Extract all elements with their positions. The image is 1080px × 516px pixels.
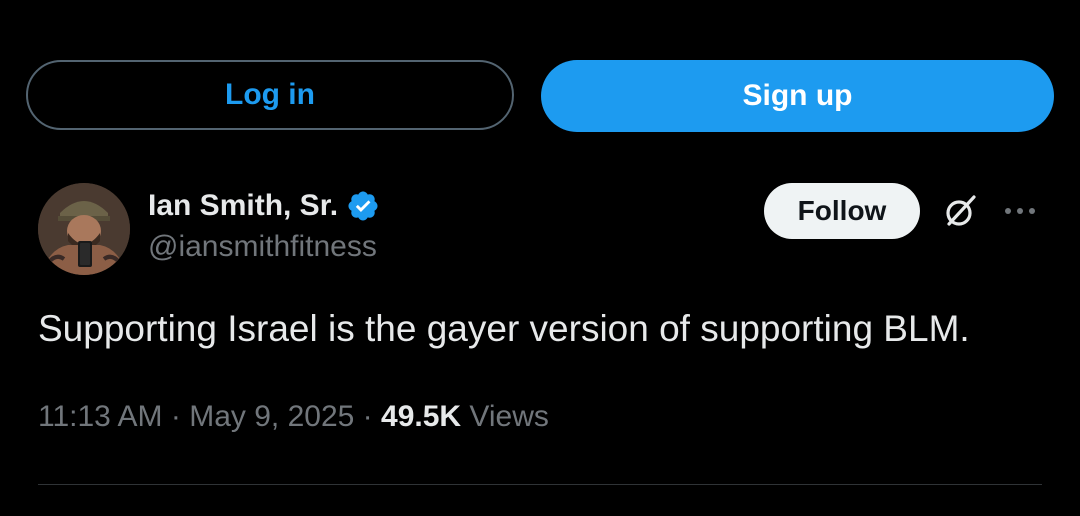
author-handle[interactable]: @iansmithfitness	[148, 230, 377, 264]
grok-icon[interactable]	[940, 191, 980, 231]
auth-bar: Log in Sign up	[26, 60, 1054, 132]
follow-button[interactable]: Follow	[764, 183, 920, 239]
signup-button[interactable]: Sign up	[541, 60, 1054, 132]
tweet-meta: 11:13 AM · May 9, 2025 · 49.5K Views	[38, 400, 549, 434]
author-name-row: Ian Smith, Sr.	[148, 186, 380, 226]
tweet-text: Supporting Israel is the gayer version o…	[38, 308, 970, 349]
views-label: Views	[469, 400, 549, 433]
meta-separator: ·	[170, 400, 181, 433]
verified-badge-icon[interactable]	[346, 189, 380, 223]
tweet-time[interactable]: 11:13 AM	[38, 400, 163, 433]
display-name[interactable]: Ian Smith, Sr.	[148, 189, 338, 223]
more-options-icon[interactable]	[1000, 196, 1040, 226]
divider	[38, 484, 1042, 485]
views-count[interactable]: 49.5K	[381, 400, 461, 433]
avatar[interactable]	[38, 183, 130, 275]
meta-separator: ·	[362, 400, 373, 433]
login-button[interactable]: Log in	[26, 60, 514, 130]
tweet-date[interactable]: May 9, 2025	[189, 400, 354, 433]
